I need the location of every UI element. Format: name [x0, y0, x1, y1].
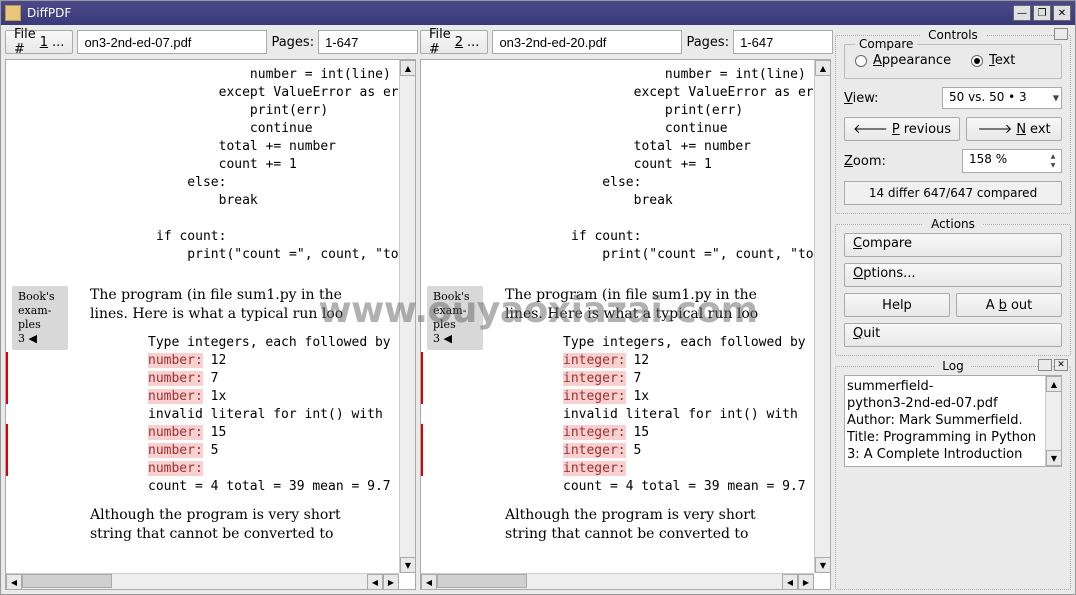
maximize-button[interactable]: ❐ — [1033, 5, 1051, 21]
log-scrollbar[interactable]: ▲▼ — [1045, 376, 1061, 466]
diff-line-5: integer: 5 — [563, 442, 641, 460]
invalid-line: invalid literal for int() with — [148, 406, 383, 424]
next-button[interactable]: 🡒 Next — [966, 117, 1062, 141]
compare-subgroup: Compare Appearance Text — [844, 44, 1062, 79]
diff-line-4: number: 15 — [148, 424, 226, 442]
app-icon — [5, 5, 21, 21]
vertical-scrollbar[interactable]: ▲▼ — [399, 60, 415, 573]
actions-group: Actions Compare Options... Help About Qu… — [835, 224, 1071, 356]
dock-icon[interactable] — [1054, 28, 1068, 40]
text-radio[interactable]: Text — [971, 53, 1015, 68]
pages1-input[interactable] — [318, 30, 418, 54]
diff-line-3: integer: 1x — [563, 388, 649, 406]
diff-line-1: number: 12 — [148, 352, 226, 370]
compare-status: 14 differ 647/647 compared — [844, 181, 1062, 205]
appearance-radio[interactable]: Appearance — [855, 53, 951, 68]
diff-line-6: number: — [148, 460, 203, 478]
list-head: Type integers, each followed by — [563, 334, 806, 352]
zoom-spinbox[interactable]: 158 %▲▼ — [962, 149, 1062, 173]
code-block: number = int(line) except ValueError as … — [571, 66, 814, 264]
list-head: Type integers, each followed by — [148, 334, 391, 352]
log-group: Log ✕ summerfield- python3-2nd-ed-07.pdf… — [835, 366, 1071, 590]
view-label: View: — [844, 91, 879, 106]
controls-group: Controls Compare Appearance Text View: 5… — [835, 35, 1071, 214]
log-close-icon[interactable]: ✕ — [1054, 359, 1068, 371]
previous-button[interactable]: 🡐 Previous — [844, 117, 960, 141]
close-button[interactable]: ✕ — [1053, 5, 1071, 21]
paragraph-1: The program (in file sum1.py in the line… — [90, 286, 343, 324]
log-dock-icon[interactable] — [1038, 359, 1052, 371]
horizontal-scrollbar[interactable]: ◀◀▶ — [421, 573, 814, 589]
diff-line-4: integer: 15 — [563, 424, 649, 442]
about-button[interactable]: About — [956, 293, 1062, 317]
actions-legend: Actions — [923, 217, 983, 231]
file2-button[interactable]: File #2... — [420, 30, 488, 54]
diff-line-2: number: 7 — [148, 370, 218, 388]
left-doc-panel: File #1... Pages: number = int(line) exc… — [5, 29, 416, 590]
diff-line-1: integer: 12 — [563, 352, 649, 370]
view-select[interactable]: 50 vs. 50 • 3▼ — [942, 87, 1062, 109]
compare-legend: Compare — [855, 37, 917, 51]
quit-button[interactable]: Quit — [844, 323, 1062, 347]
file2-path-input[interactable] — [492, 30, 682, 54]
log-content: summerfield- python3-2nd-ed-07.pdf Autho… — [847, 378, 1059, 463]
vertical-scrollbar[interactable]: ▲▼ — [814, 60, 830, 573]
code-block: number = int(line) except ValueError as … — [156, 66, 399, 264]
controls-legend: Controls — [920, 28, 986, 42]
paragraph-2: Although the program is very short strin… — [505, 506, 756, 544]
horizontal-scrollbar[interactable]: ◀◀▶ — [6, 573, 399, 589]
pages2-label: Pages: — [686, 35, 729, 50]
count-line: count = 4 total = 39 mean = 9.7 — [148, 478, 391, 496]
invalid-line: invalid literal for int() with — [563, 406, 798, 424]
diff-line-3: number: 1x — [148, 388, 226, 406]
log-textarea[interactable]: summerfield- python3-2nd-ed-07.pdf Autho… — [844, 375, 1062, 467]
file1-path-input[interactable] — [77, 30, 267, 54]
app-window: DiffPDF — ❐ ✕ File #1... Pages: number =… — [0, 0, 1076, 595]
diff-marker — [421, 352, 423, 404]
diff-marker — [6, 424, 8, 476]
count-line: count = 4 total = 39 mean = 9.7 — [563, 478, 806, 496]
pages2-input[interactable] — [733, 30, 833, 54]
file1-button[interactable]: File #1... — [5, 30, 73, 54]
options-button[interactable]: Options... — [844, 263, 1062, 287]
margin-note: Book'sexam-ples3 ◀ — [427, 286, 483, 350]
minimize-button[interactable]: — — [1013, 5, 1031, 21]
right-doc-panel: File #2... Pages: number = int(line) exc… — [420, 29, 831, 590]
diff-line-5: number: 5 — [148, 442, 218, 460]
diff-marker — [421, 424, 423, 476]
log-legend: Log — [934, 359, 971, 373]
margin-note: Book'sexam-ples3 ◀ — [12, 286, 68, 350]
app-title: DiffPDF — [27, 6, 71, 20]
control-panel: Controls Compare Appearance Text View: 5… — [835, 29, 1071, 590]
diff-marker — [6, 352, 8, 404]
paragraph-2: Although the program is very short strin… — [90, 506, 341, 544]
zoom-label: Zoom: — [844, 154, 886, 169]
right-document-viewer[interactable]: number = int(line) except ValueError as … — [420, 59, 831, 590]
titlebar: DiffPDF — ❐ ✕ — [1, 1, 1075, 25]
pages1-label: Pages: — [271, 35, 314, 50]
paragraph-1: The program (in file sum1.py in the line… — [505, 286, 758, 324]
diff-line-6: integer: — [563, 460, 626, 478]
help-button[interactable]: Help — [844, 293, 950, 317]
compare-button[interactable]: Compare — [844, 233, 1062, 257]
left-document-viewer[interactable]: number = int(line) except ValueError as … — [5, 59, 416, 590]
diff-line-2: integer: 7 — [563, 370, 641, 388]
